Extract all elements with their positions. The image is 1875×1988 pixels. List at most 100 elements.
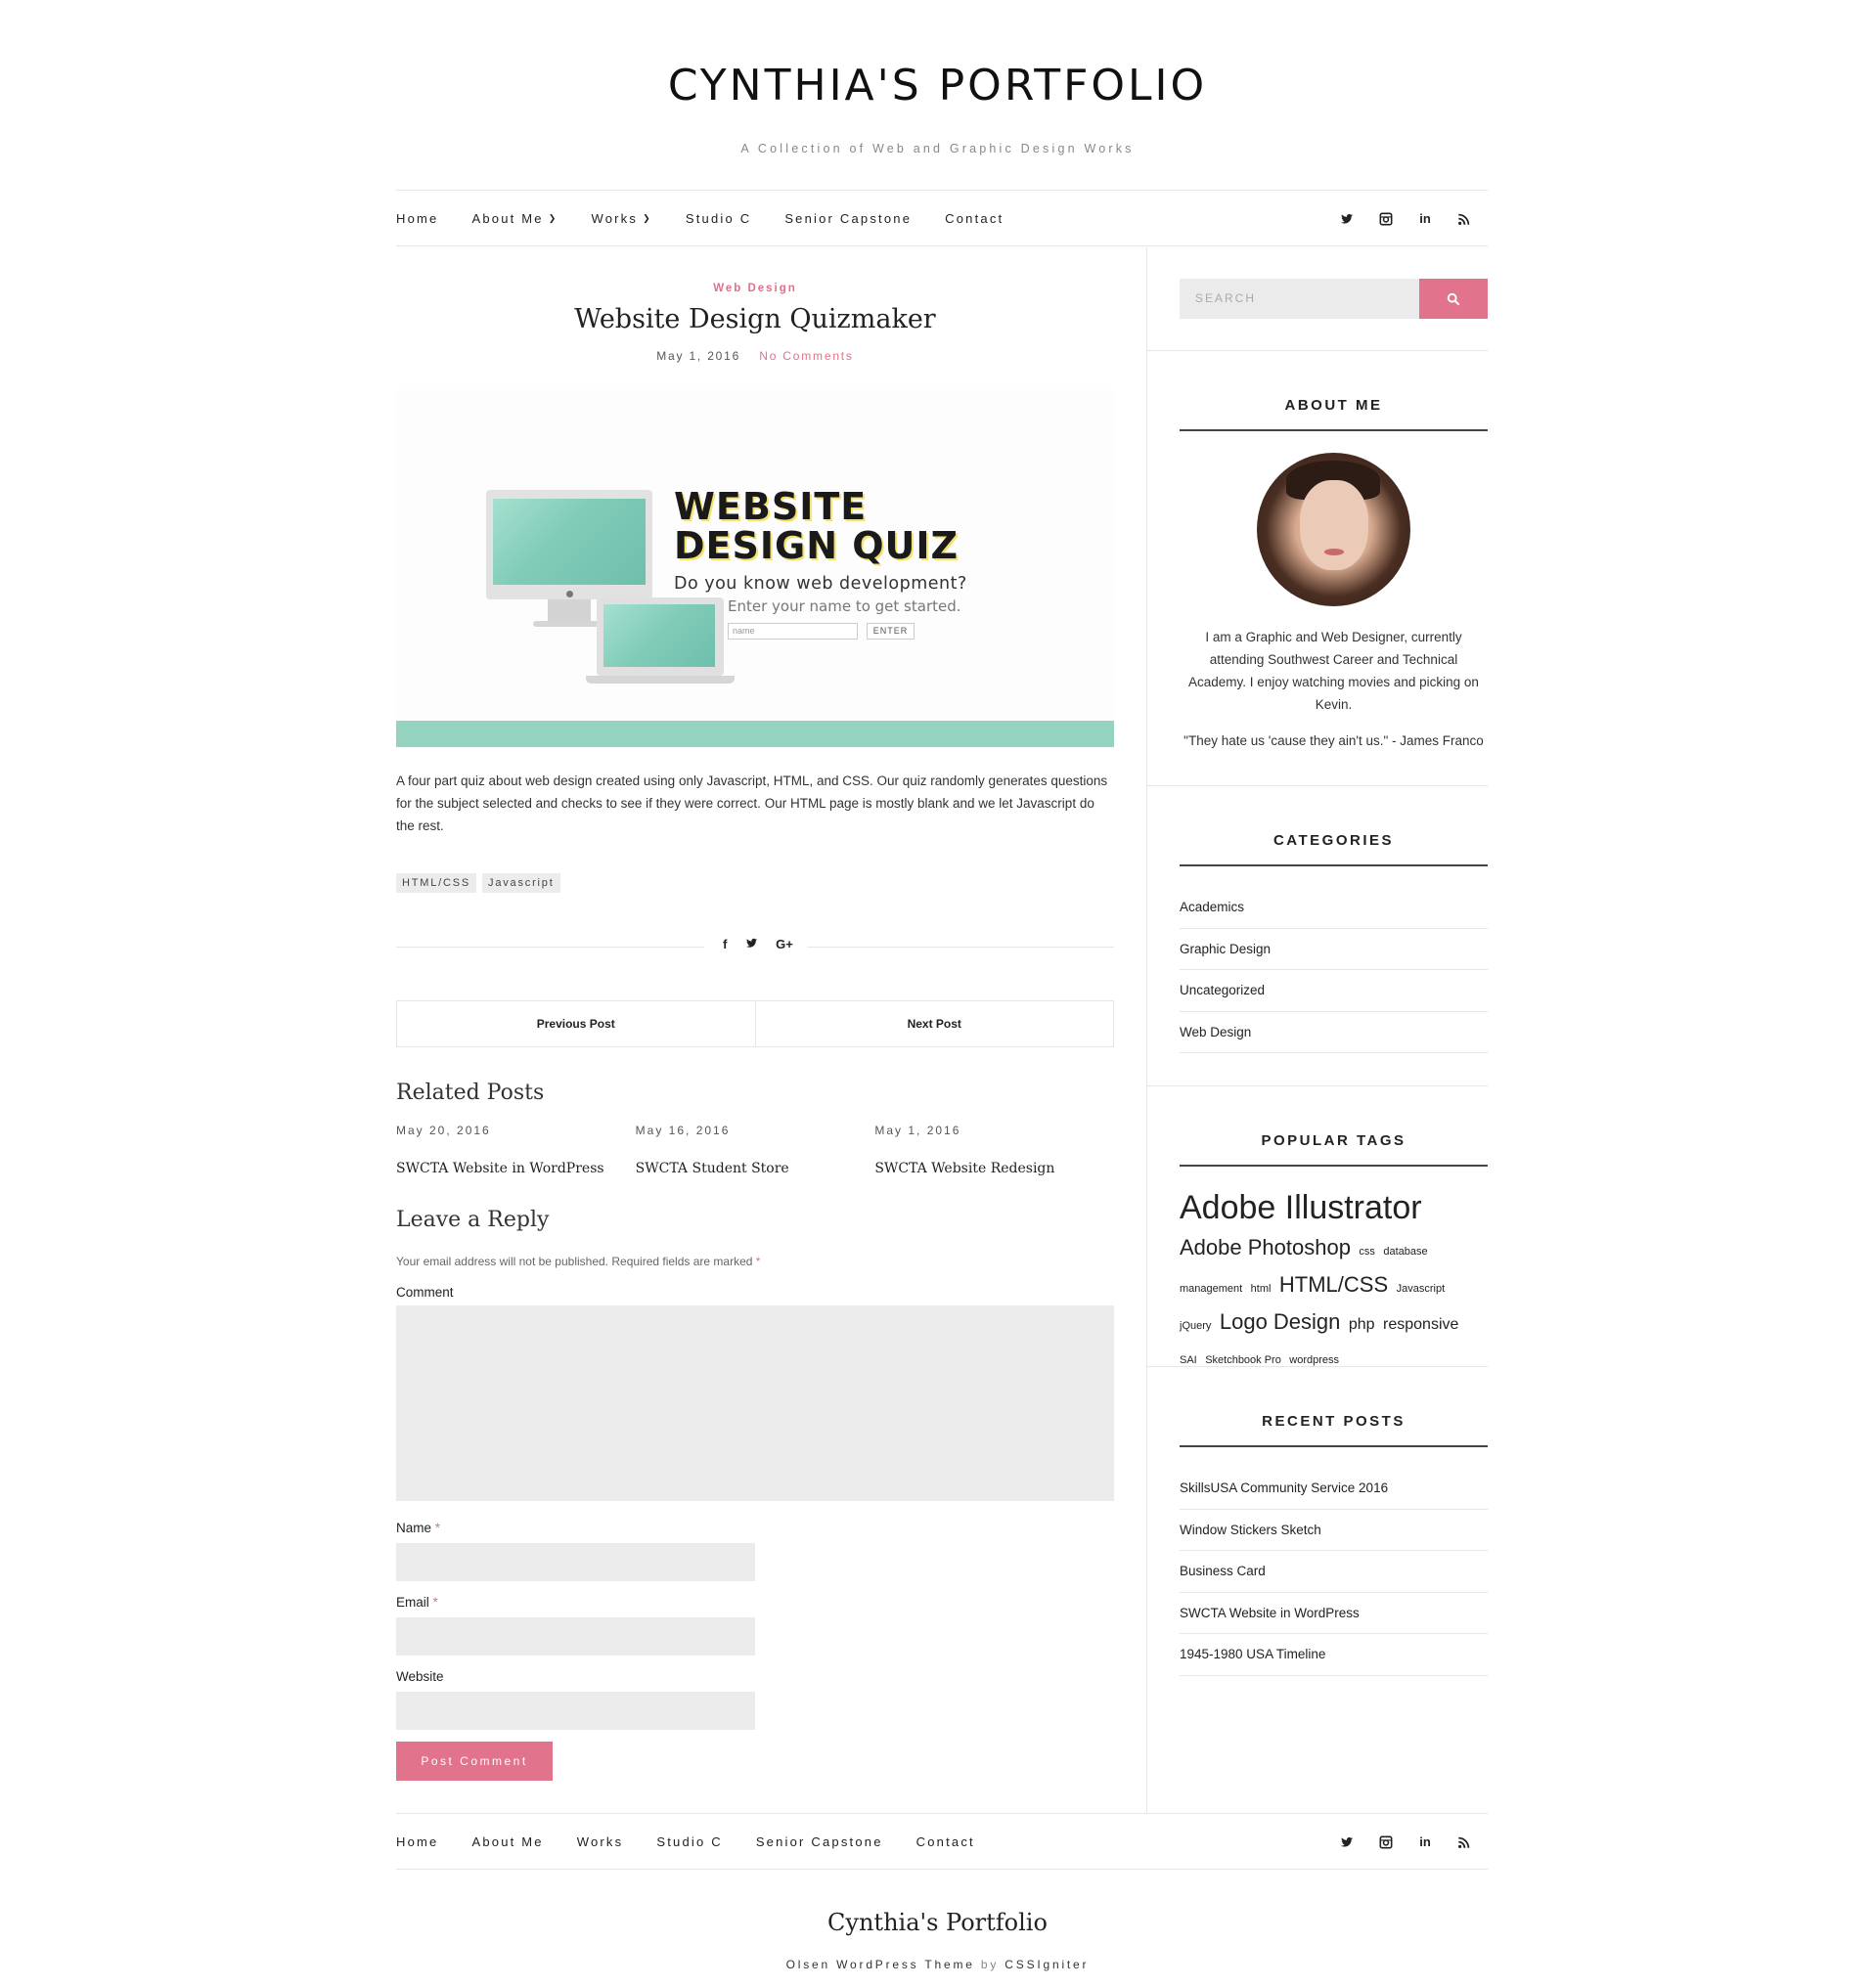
footer-site-title[interactable]: Cynthia's Portfolio (0, 1909, 1875, 1936)
tag-cloud-item[interactable]: css (1359, 1246, 1375, 1258)
tag-cloud-item[interactable]: Adobe Illustrator (1180, 1189, 1422, 1226)
related-posts-heading: Related Posts (396, 1081, 545, 1105)
site-title[interactable]: CYNTHIA'S PORTFOLIO (0, 61, 1875, 110)
category-item[interactable]: Uncategorized (1180, 970, 1488, 1012)
featured-image: WEBSITE DESIGN QUIZ Do you know web deve… (396, 390, 1114, 747)
footer-nav-works[interactable]: Works (577, 1834, 624, 1849)
quiz-name-field: name (728, 623, 858, 640)
category-item[interactable]: Graphic Design (1180, 929, 1488, 970)
tag-cloud-item[interactable]: Adobe Photoshop (1180, 1235, 1351, 1259)
tag-html-css[interactable]: HTML/CSS (396, 873, 477, 893)
related-posts: May 20, 2016 SWCTA Website in WordPress … (396, 1124, 1114, 1176)
tag-cloud-item[interactable]: HTML/CSS (1279, 1272, 1388, 1297)
twitter-icon[interactable] (745, 937, 758, 952)
post-title: Website Design Quizmaker (574, 304, 936, 334)
next-post-link[interactable]: Next Post (756, 1001, 1114, 1046)
post-body: A four part quiz about web design create… (396, 773, 1108, 833)
sidebar-separator (1146, 785, 1488, 786)
author-credit-link[interactable]: CSSIgniter (1004, 1958, 1089, 1971)
recent-posts-list: SkillsUSA Community Service 2016 Window … (1180, 1468, 1488, 1676)
linkedin-icon[interactable]: in (1406, 1834, 1445, 1849)
related-post: May 1, 2016 SWCTA Website Redesign (874, 1124, 1114, 1176)
post-navigation: Previous Post Next Post (396, 1000, 1114, 1047)
search-form: SEARCH (1180, 279, 1488, 319)
tag-cloud-item[interactable]: php (1349, 1316, 1375, 1333)
recent-post-item[interactable]: Window Stickers Sketch (1180, 1510, 1488, 1551)
tag-cloud-item[interactable]: Logo Design (1220, 1309, 1341, 1334)
search-input[interactable]: SEARCH (1180, 279, 1419, 319)
comment-textarea[interactable] (396, 1305, 1114, 1501)
footer-nav-home[interactable]: Home (396, 1834, 438, 1849)
tag-javascript[interactable]: Javascript (482, 873, 560, 893)
rss-icon[interactable] (1445, 210, 1484, 226)
website-field[interactable] (396, 1692, 755, 1730)
related-post-date: May 16, 2016 (635, 1124, 731, 1137)
tag-cloud-item[interactable]: Sketchbook Pro (1205, 1354, 1281, 1366)
chevron-down-icon: ❯ (548, 212, 558, 223)
recent-post-item[interactable]: Business Card (1180, 1551, 1488, 1593)
sidebar-separator (1146, 1366, 1488, 1367)
related-post-title[interactable]: SWCTA Student Store (636, 1161, 875, 1176)
related-post-date: May 1, 2016 (874, 1124, 961, 1137)
related-post-title[interactable]: SWCTA Website Redesign (874, 1161, 1114, 1176)
theme-credit-link[interactable]: Olsen WordPress Theme (786, 1958, 975, 1971)
about-me-quote: "They hate us 'cause they ain't us." - J… (1183, 733, 1484, 748)
instagram-icon[interactable] (1366, 210, 1406, 226)
footer-nav-about-me[interactable]: About Me (471, 1834, 543, 1849)
nav-item-works[interactable]: Works ❯ (591, 211, 651, 226)
reply-note: Your email address will not be published… (396, 1255, 760, 1268)
tag-cloud-item[interactable]: wordpress (1289, 1354, 1339, 1366)
related-post-title[interactable]: SWCTA Website in WordPress (396, 1161, 636, 1176)
footer-nav-studio-c[interactable]: Studio C (656, 1834, 722, 1849)
post-tags: HTML/CSS Javascript (396, 873, 566, 893)
about-me-title: ABOUT ME (1284, 397, 1383, 414)
share-divider (396, 947, 704, 948)
tag-cloud-item[interactable]: Javascript (1397, 1283, 1446, 1295)
tag-cloud-item[interactable]: SAI (1180, 1354, 1197, 1366)
recent-post-item[interactable]: SkillsUSA Community Service 2016 (1180, 1468, 1488, 1510)
category-item[interactable]: Academics (1180, 887, 1488, 929)
nav-item-studio-c[interactable]: Studio C (686, 211, 751, 226)
nav-item-senior-capstone[interactable]: Senior Capstone (784, 211, 912, 226)
nav-item-about-me[interactable]: About Me ❯ (471, 211, 558, 226)
tag-cloud-item[interactable]: jQuery (1180, 1320, 1211, 1332)
widget-rule (1180, 1445, 1488, 1447)
laptop-base (586, 676, 735, 684)
previous-post-link[interactable]: Previous Post (397, 1001, 756, 1046)
quiz-heading-line2: DESIGN QUIZ (674, 524, 960, 567)
email-field[interactable] (396, 1617, 755, 1656)
recent-post-item[interactable]: 1945-1980 USA Timeline (1180, 1634, 1488, 1676)
post-category[interactable]: Web Design (396, 283, 1114, 294)
facebook-icon[interactable]: f (723, 937, 727, 952)
footer-nav-contact[interactable]: Contact (916, 1834, 975, 1849)
rss-icon[interactable] (1445, 1833, 1484, 1849)
twitter-icon[interactable] (1327, 210, 1366, 226)
linkedin-icon[interactable]: in (1406, 211, 1445, 226)
instagram-icon[interactable] (1366, 1833, 1406, 1849)
name-field[interactable] (396, 1543, 755, 1581)
footer-nav-senior-capstone[interactable]: Senior Capstone (756, 1834, 883, 1849)
category-item[interactable]: Web Design (1180, 1012, 1488, 1053)
tag-cloud-item[interactable]: html (1251, 1283, 1272, 1295)
google-plus-icon[interactable]: G+ (776, 937, 793, 952)
post-comment-button[interactable]: Post Comment (396, 1742, 553, 1781)
page: CYNTHIA'S PORTFOLIO A Collection of Web … (0, 0, 1875, 1988)
twitter-icon[interactable] (1327, 1833, 1366, 1849)
site-tagline: A Collection of Web and Graphic Design W… (740, 142, 1135, 155)
quiz-enter-button: ENTER (867, 623, 915, 640)
monitor-base (533, 621, 603, 627)
tag-cloud-item[interactable]: responsive (1383, 1316, 1458, 1333)
nav-item-home[interactable]: Home (396, 211, 438, 226)
website-label: Website (396, 1669, 444, 1684)
comments-link[interactable]: No Comments (759, 349, 854, 363)
search-button[interactable] (1419, 279, 1488, 319)
nav-item-contact[interactable]: Contact (945, 211, 1004, 226)
chevron-down-icon: ❯ (643, 212, 652, 223)
recent-post-item[interactable]: SWCTA Website in WordPress (1180, 1593, 1488, 1634)
categories-title: CATEGORIES (1272, 832, 1395, 849)
email-label: Email * (396, 1595, 438, 1610)
footer-credit: Olsen WordPress Theme by CSSIgniter (0, 1958, 1875, 1971)
monitor-illustration (486, 490, 652, 599)
nav-label: Contact (945, 210, 1004, 226)
widget-rule (1180, 1165, 1488, 1167)
